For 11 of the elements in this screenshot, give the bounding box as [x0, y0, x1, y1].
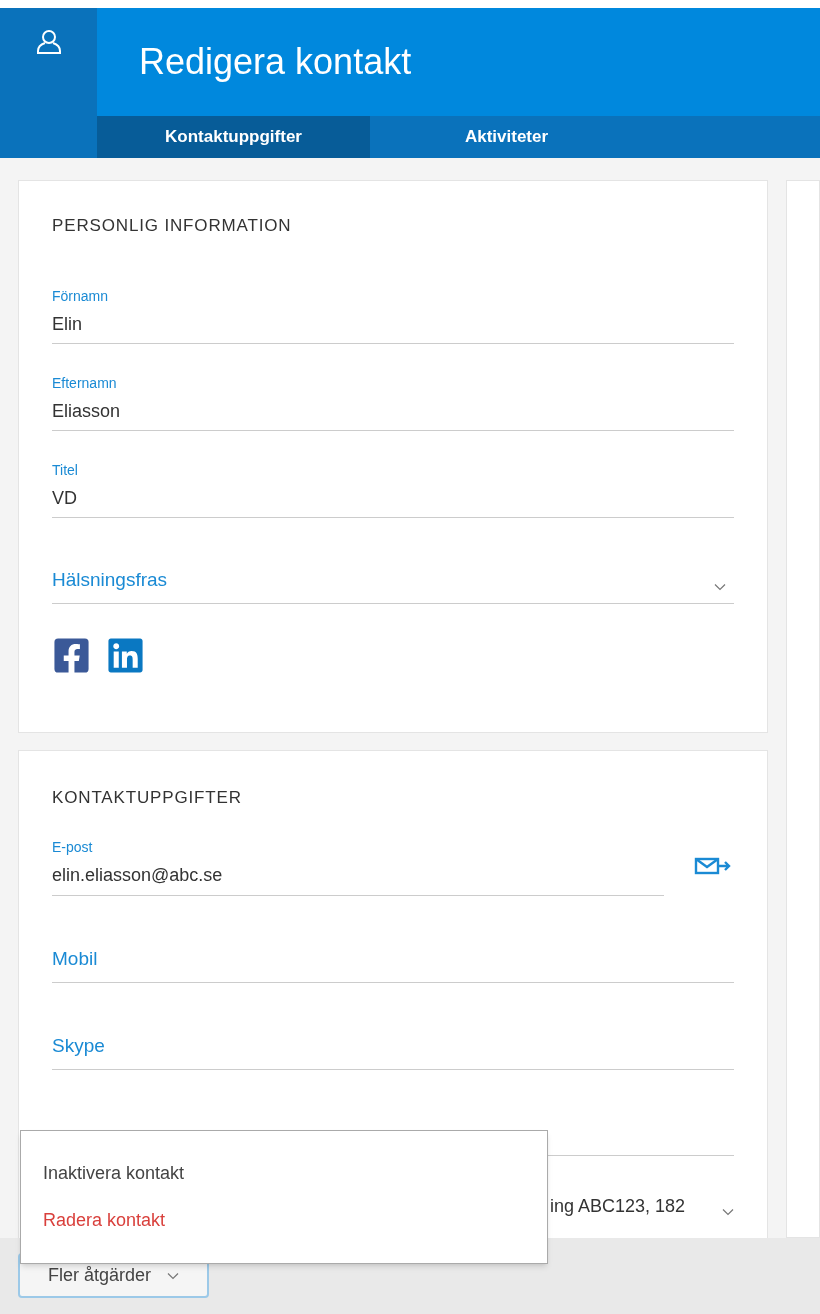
- section-heading: PERSONLIG INFORMATION: [52, 215, 293, 237]
- field-label: Titel: [52, 460, 79, 480]
- field-label: Förnamn: [52, 286, 110, 306]
- field-value: Eliasson: [52, 399, 122, 423]
- field-label: E-post: [52, 837, 94, 857]
- section-heading: KONTAKTUPPGIFTER: [52, 787, 243, 809]
- field-value: VD: [52, 486, 78, 510]
- field-label: Efternamn: [52, 373, 118, 393]
- field-value: elin.eliasson@abc.se: [52, 863, 224, 887]
- field-value: Elin: [52, 312, 83, 336]
- page-title: Redigera kontakt: [139, 40, 412, 84]
